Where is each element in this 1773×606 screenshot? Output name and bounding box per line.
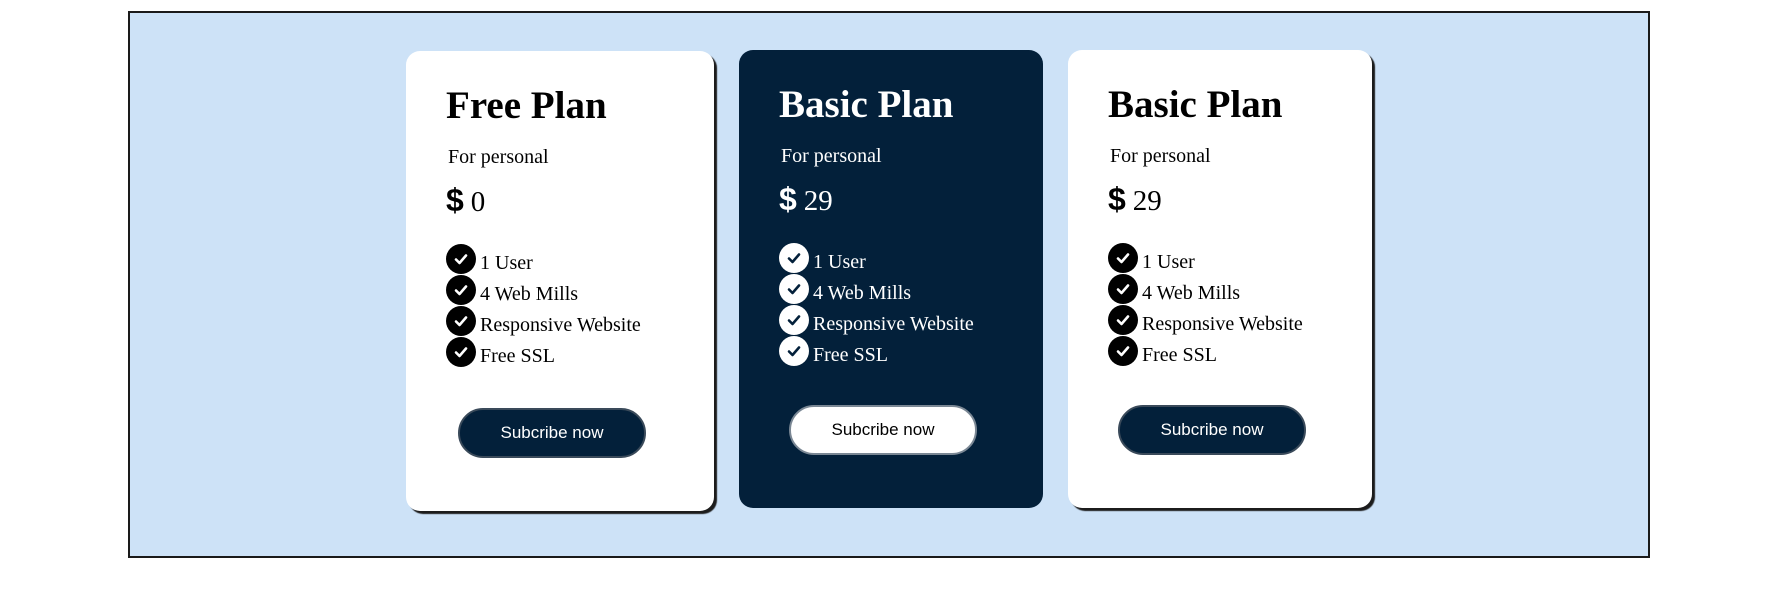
feature-item: 4 Web Mills [779,273,974,308]
pricing-card-free: Free Plan For personal $ 0 1 User 4 Web … [406,51,714,511]
plan-subtitle: For personal [448,146,549,168]
feature-label: Free SSL [480,345,555,367]
subscribe-button[interactable]: Subcribe now [1118,405,1306,455]
check-circle-icon [1108,304,1138,335]
dollar-icon: $ [446,182,464,218]
check-circle-icon [779,242,809,273]
feature-item: Free SSL [779,335,974,370]
check-circle-icon [779,273,809,304]
feature-list: 1 User 4 Web Mills Responsive Website Fr… [779,242,974,370]
feature-label: Free SSL [1142,344,1217,366]
feature-label: 4 Web Mills [1142,282,1241,304]
check-circle-icon [446,274,476,305]
check-circle-icon [1108,242,1138,273]
check-circle-icon [779,304,809,335]
subscribe-button[interactable]: Subcribe now [458,408,646,458]
feature-item: Responsive Website [446,305,641,340]
pricing-section: Free Plan For personal $ 0 1 User 4 Web … [128,11,1650,558]
dollar-icon: $ [779,181,797,217]
feature-item: 4 Web Mills [446,274,641,309]
check-circle-icon [446,243,476,274]
feature-label: 1 User [1142,251,1195,273]
feature-label: 1 User [813,251,866,273]
check-circle-icon [779,335,809,366]
feature-list: 1 User 4 Web Mills Responsive Website Fr… [1108,242,1303,370]
plan-title: Basic Plan [779,83,954,126]
pricing-card-basic-featured: Basic Plan For personal $ 29 1 User 4 We… [739,50,1043,508]
plan-price: $ 29 [779,183,833,215]
feature-item: 1 User [1108,242,1303,277]
feature-list: 1 User 4 Web Mills Responsive Website Fr… [446,243,641,371]
feature-label: Responsive Website [813,313,974,335]
plan-price: $ 29 [1108,183,1162,215]
plan-subtitle: For personal [781,145,882,167]
check-circle-icon [1108,335,1138,366]
feature-label: Free SSL [813,344,888,366]
feature-item: Responsive Website [1108,304,1303,339]
feature-item: 4 Web Mills [1108,273,1303,308]
dollar-icon: $ [1108,181,1126,217]
check-circle-icon [1108,273,1138,304]
feature-item: Free SSL [446,336,641,371]
feature-label: 4 Web Mills [480,283,579,305]
price-amount: 0 [470,185,486,218]
feature-item: 1 User [446,243,641,278]
feature-label: 4 Web Mills [813,282,912,304]
check-circle-icon [446,305,476,336]
plan-title: Basic Plan [1108,83,1283,126]
price-amount: 29 [1132,184,1162,217]
plan-title: Free Plan [446,84,607,127]
feature-item: 1 User [779,242,974,277]
plan-subtitle: For personal [1110,145,1211,167]
feature-label: 1 User [480,252,533,274]
feature-item: Responsive Website [779,304,974,339]
subscribe-button[interactable]: Subcribe now [789,405,977,455]
feature-item: Free SSL [1108,335,1303,370]
feature-label: Responsive Website [1142,313,1303,335]
plan-price: $ 0 [446,184,485,216]
pricing-card-basic: Basic Plan For personal $ 29 1 User 4 We… [1068,50,1372,508]
check-circle-icon [446,336,476,367]
feature-label: Responsive Website [480,314,641,336]
price-amount: 29 [803,184,833,217]
